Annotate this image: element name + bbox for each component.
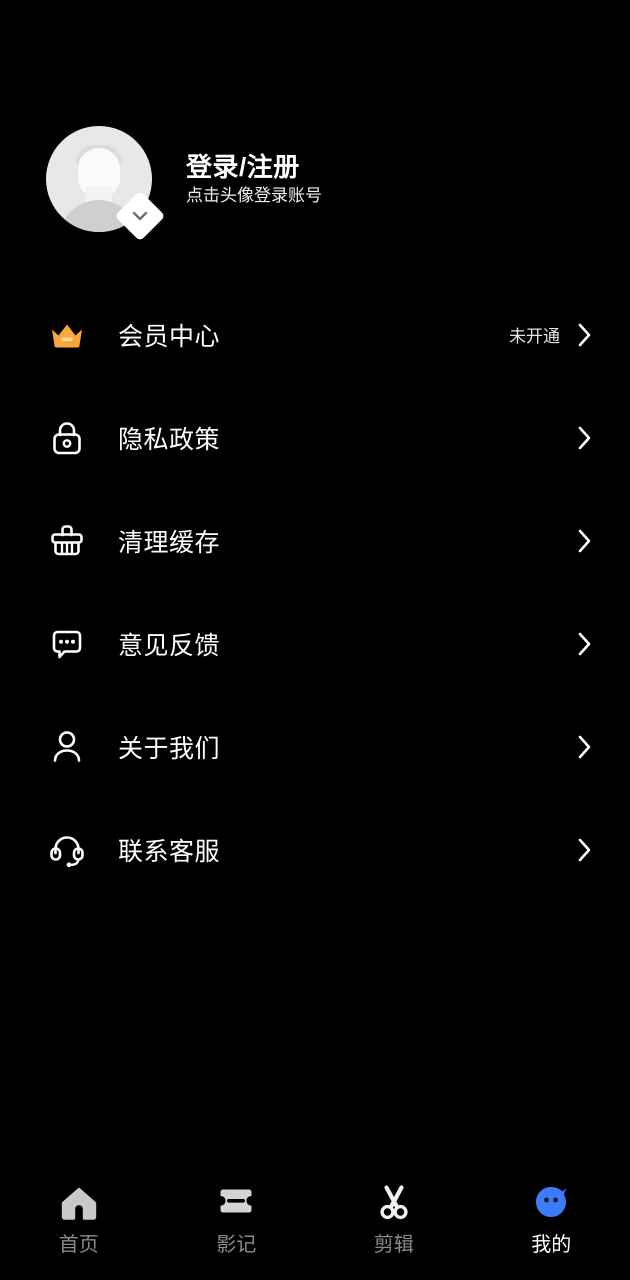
menu-label-about-us: 关于我们 — [118, 734, 221, 763]
chevron-right-icon[interactable] — [572, 837, 598, 863]
chevron-right-icon[interactable] — [572, 631, 598, 657]
menu-label-feedback: 意见反馈 — [118, 631, 221, 660]
broom-icon — [46, 520, 88, 562]
profile-header[interactable]: 登录/注册 点击头像登录账号 — [0, 125, 630, 242]
chevron-right-icon[interactable] — [572, 528, 598, 554]
comment-icon — [46, 623, 88, 665]
tab-mine[interactable]: 我的 — [473, 1184, 630, 1255]
menu-item-member-center[interactable]: 会员中心 未开通 — [0, 283, 630, 386]
avatar[interactable] — [46, 126, 166, 242]
member-status-text: 未开通 — [509, 327, 560, 346]
lock-icon — [46, 417, 88, 459]
tab-edit[interactable]: 剪辑 — [315, 1184, 473, 1255]
tab-home[interactable]: 首页 — [0, 1184, 158, 1255]
scissors-icon — [374, 1184, 414, 1222]
crown-icon — [46, 314, 88, 356]
menu-label-privacy-policy: 隐私政策 — [118, 425, 221, 454]
tab-label-home: 首页 — [58, 1234, 99, 1256]
menu-item-privacy-policy[interactable]: 隐私政策 — [0, 386, 630, 489]
tab-gallery[interactable]: 影记 — [158, 1184, 316, 1255]
menu-label-contact-support: 联系客服 — [118, 837, 221, 866]
menu-item-clear-cache[interactable]: 清理缓存 — [0, 489, 630, 592]
login-hint-text: 点击头像登录账号 — [186, 186, 322, 205]
bottom-tab-bar: 首页 影记 剪辑 我的 — [0, 1170, 630, 1280]
menu-item-feedback[interactable]: 意见反馈 — [0, 592, 630, 695]
menu-item-about-us[interactable]: 关于我们 — [0, 695, 630, 798]
face-icon — [531, 1184, 571, 1222]
tab-label-gallery: 影记 — [216, 1234, 257, 1256]
tab-label-mine: 我的 — [531, 1234, 572, 1256]
login-register-title[interactable]: 登录/注册 — [186, 154, 322, 180]
headset-icon — [46, 829, 88, 871]
home-icon — [59, 1184, 99, 1222]
menu-label-member-center: 会员中心 — [118, 322, 221, 351]
menu-item-contact-support[interactable]: 联系客服 — [0, 798, 630, 901]
chevron-right-icon[interactable] — [572, 322, 598, 348]
chevron-right-icon[interactable] — [572, 425, 598, 451]
menu-label-clear-cache: 清理缓存 — [118, 528, 221, 557]
settings-menu: 会员中心 未开通 隐私政策 清理缓存 意见反馈 关于我们 联系客服 — [0, 283, 630, 901]
person-icon — [46, 726, 88, 768]
ticket-icon — [216, 1184, 256, 1222]
tab-label-edit: 剪辑 — [373, 1234, 414, 1256]
chevron-right-icon[interactable] — [572, 734, 598, 760]
profile-screen: 登录/注册 点击头像登录账号 会员中心 未开通 隐私政策 清理缓存 意见反馈 关… — [0, 0, 630, 1280]
profile-text: 登录/注册 点击头像登录账号 — [186, 154, 322, 204]
